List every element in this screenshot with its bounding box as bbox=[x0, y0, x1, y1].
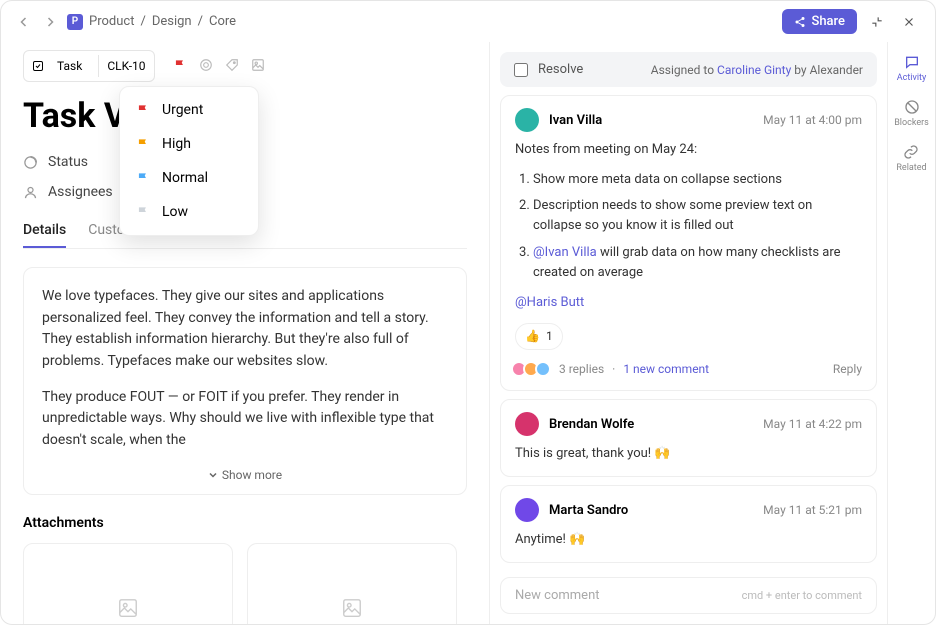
blocker-icon bbox=[904, 99, 920, 115]
share-button[interactable]: Share bbox=[782, 9, 857, 34]
sprint-icon[interactable] bbox=[199, 57, 213, 76]
reply-avatars bbox=[515, 361, 551, 377]
comment-list-item: Show more meta data on collapse sections bbox=[533, 170, 862, 190]
flag-icon bbox=[136, 171, 150, 185]
crumb-design[interactable]: Design bbox=[152, 14, 192, 29]
resolve-checkbox[interactable] bbox=[514, 63, 528, 77]
avatar bbox=[515, 412, 539, 436]
status-icon bbox=[23, 155, 38, 170]
flag-icon bbox=[136, 137, 150, 151]
comment: Brendan Wolfe May 11 at 4:22 pm This is … bbox=[500, 399, 877, 477]
sidebar-related[interactable]: Related bbox=[896, 144, 926, 173]
mention[interactable]: @Ivan Villa bbox=[533, 245, 600, 260]
sidebar-blockers[interactable]: Blockers bbox=[894, 99, 929, 128]
assignee-link[interactable]: Caroline Ginty bbox=[717, 63, 791, 77]
attachment-placeholder[interactable] bbox=[23, 543, 233, 624]
new-comment-input[interactable]: New comment cmd + enter to comment bbox=[500, 577, 877, 614]
breadcrumb: P Product / Design / Core bbox=[67, 14, 774, 30]
attachment-placeholder[interactable] bbox=[247, 543, 457, 624]
priority-urgent[interactable]: Urgent bbox=[120, 93, 258, 127]
composer-hint: cmd + enter to comment bbox=[742, 589, 862, 602]
chat-icon bbox=[904, 54, 920, 70]
priority-dropdown: Urgent High Normal Low bbox=[119, 86, 259, 236]
crumb-product[interactable]: Product bbox=[89, 14, 134, 29]
comment: Ivan Villa May 11 at 4:00 pm Notes from … bbox=[500, 95, 877, 391]
workspace-badge: P bbox=[67, 14, 83, 30]
attachments-heading: Attachments bbox=[23, 515, 467, 531]
collapse-button[interactable] bbox=[865, 10, 889, 34]
chevron-down-icon bbox=[208, 470, 218, 480]
person-icon bbox=[23, 185, 38, 200]
flag-icon bbox=[136, 205, 150, 219]
comment-time: May 11 at 5:21 pm bbox=[763, 503, 862, 517]
priority-high[interactable]: High bbox=[120, 127, 258, 161]
description-card: We love typefaces. They give our sites a… bbox=[23, 267, 467, 495]
task-pill[interactable]: Task CLK-10 bbox=[23, 50, 155, 82]
resolve-label: Resolve bbox=[538, 62, 583, 77]
priority-flag-icon[interactable] bbox=[173, 57, 187, 76]
reaction-button[interactable]: 👍1 bbox=[515, 323, 563, 350]
comment: Marta Sandro May 11 at 5:21 pm Anytime! … bbox=[500, 485, 877, 563]
back-button[interactable] bbox=[15, 13, 33, 31]
comment-text: Notes from meeting on May 24: bbox=[515, 140, 862, 160]
image-icon[interactable] bbox=[251, 57, 265, 76]
reply-button[interactable]: Reply bbox=[833, 360, 862, 379]
image-icon bbox=[117, 597, 139, 619]
tab-details[interactable]: Details bbox=[23, 214, 66, 248]
comment-time: May 11 at 4:00 pm bbox=[763, 113, 862, 127]
description-text: We love typefaces. They give our sites a… bbox=[42, 286, 448, 373]
task-icon bbox=[32, 60, 44, 72]
comment-time: May 11 at 4:22 pm bbox=[763, 417, 862, 431]
close-button[interactable] bbox=[897, 10, 921, 34]
comment-list-item: @Ivan Villa will grab data on how many c… bbox=[533, 243, 862, 283]
tag-icon[interactable] bbox=[225, 57, 239, 76]
flag-icon bbox=[136, 103, 150, 117]
priority-normal[interactable]: Normal bbox=[120, 161, 258, 195]
crumb-core[interactable]: Core bbox=[209, 14, 236, 29]
image-icon bbox=[341, 597, 363, 619]
avatar bbox=[515, 108, 539, 132]
share-icon bbox=[794, 16, 806, 28]
comment-text: Anytime! 🙌 bbox=[515, 530, 862, 550]
avatar bbox=[515, 498, 539, 522]
comment-list-item: Description needs to show some preview t… bbox=[533, 196, 862, 236]
comment-author: Brendan Wolfe bbox=[549, 417, 634, 432]
sidebar-activity[interactable]: Activity bbox=[897, 54, 926, 83]
description-text: They produce FOUT — or FOIT if you prefe… bbox=[42, 387, 448, 452]
show-more-button[interactable]: Show more bbox=[42, 466, 448, 485]
comment-text: This is great, thank you! 🙌 bbox=[515, 444, 862, 464]
link-icon bbox=[903, 144, 919, 160]
new-comment-badge[interactable]: 1 new comment bbox=[623, 360, 709, 379]
resolve-bar: Resolve Assigned to Caroline Ginty by Al… bbox=[500, 52, 877, 87]
priority-low[interactable]: Low bbox=[120, 195, 258, 229]
assigned-text: Assigned to Caroline Ginty by Alexander bbox=[651, 63, 863, 77]
forward-button[interactable] bbox=[41, 13, 59, 31]
comment-author: Marta Sandro bbox=[549, 503, 628, 518]
comment-author: Ivan Villa bbox=[549, 113, 602, 128]
replies-count[interactable]: 3 replies bbox=[559, 360, 604, 379]
mention[interactable]: @Haris Butt bbox=[515, 295, 584, 310]
